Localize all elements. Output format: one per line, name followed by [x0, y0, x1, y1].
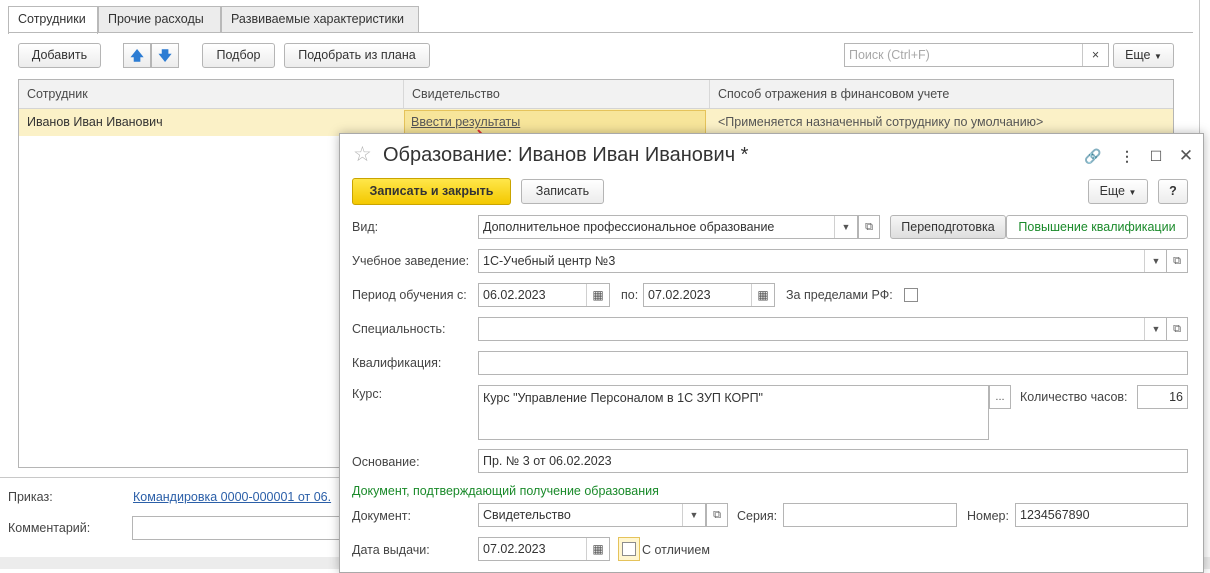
- period-from-value: 06.02.2023: [483, 288, 546, 302]
- method-cell[interactable]: <Применяется назначенный сотруднику по у…: [710, 109, 1173, 136]
- chevron-down-icon: ▼: [1128, 188, 1137, 197]
- dialog-more-button[interactable]: Еще ▼: [1088, 179, 1148, 204]
- search-clear-icon[interactable]: ×: [1082, 44, 1108, 66]
- abroad-label: За пределами РФ:: [786, 288, 893, 302]
- issue-date-field[interactable]: 07.02.2023 ▦: [478, 537, 610, 561]
- arrow-up-icon: 🡅: [130, 48, 144, 63]
- column-header-certificate[interactable]: Свидетельство: [404, 80, 710, 108]
- dropdown-icon[interactable]: ▼: [834, 216, 857, 238]
- period-label: Период обучения с:: [352, 288, 467, 302]
- employee-cell[interactable]: Иванов Иван Иванович: [19, 109, 404, 136]
- basis-value: Пр. № 3 от 06.02.2023: [483, 454, 612, 468]
- open-icon[interactable]: ⧉: [706, 503, 728, 527]
- dropdown-icon[interactable]: ▼: [1144, 318, 1167, 340]
- document-select[interactable]: Свидетельство ▼: [478, 503, 706, 527]
- link-icon[interactable]: 🔗: [1083, 146, 1103, 166]
- table-header: Сотрудник Свидетельство Способ отражения…: [19, 80, 1173, 109]
- order-label: Приказ:: [8, 490, 53, 504]
- calendar-icon[interactable]: ▦: [751, 284, 774, 306]
- specialty-select[interactable]: ▼: [478, 317, 1168, 341]
- course-value: Курс "Управление Персоналом в 1С ЗУП КОР…: [483, 391, 763, 405]
- institution-select[interactable]: 1С-Учебный центр №3 ▼: [478, 249, 1168, 273]
- hours-field[interactable]: 16: [1137, 385, 1188, 409]
- add-button[interactable]: Добавить: [18, 43, 101, 68]
- save-button[interactable]: Записать: [521, 179, 604, 204]
- specialty-label: Специальность:: [352, 322, 446, 336]
- document-value: Свидетельство: [483, 508, 571, 522]
- comment-label: Комментарий:: [8, 521, 91, 535]
- document-section-title: Документ, подтверждающий получение образ…: [352, 484, 659, 498]
- move-up-button[interactable]: 🡅: [123, 43, 151, 68]
- institution-label: Учебное заведение:: [352, 254, 470, 268]
- basis-field[interactable]: Пр. № 3 от 06.02.2023: [478, 449, 1188, 473]
- certificate-cell-link[interactable]: Ввести результаты: [404, 110, 706, 135]
- series-field[interactable]: [783, 503, 957, 527]
- tab-divider: [8, 32, 1193, 33]
- course-select-button[interactable]: ...: [989, 385, 1011, 409]
- issue-date-value: 07.02.2023: [483, 542, 546, 556]
- chevron-down-icon: ▼: [1154, 52, 1162, 61]
- help-button[interactable]: ?: [1158, 179, 1188, 204]
- dialog-more-label: Еще: [1099, 184, 1126, 198]
- number-value: 1234567890: [1020, 508, 1090, 522]
- kind-select[interactable]: Дополнительное профессиональное образова…: [478, 215, 858, 239]
- honors-checkbox[interactable]: [622, 542, 636, 556]
- series-label: Серия:: [737, 509, 778, 523]
- number-label: Номер:: [967, 509, 1009, 523]
- search-input[interactable]: Поиск (Ctrl+F) ×: [844, 43, 1109, 67]
- tab-employees[interactable]: Сотрудники: [8, 6, 98, 34]
- maximize-icon[interactable]: ☐: [1146, 146, 1166, 166]
- menu-icon[interactable]: ⋮: [1117, 146, 1137, 166]
- qualification-label: Квалификация:: [352, 356, 442, 370]
- number-field[interactable]: 1234567890: [1015, 503, 1188, 527]
- column-header-employee[interactable]: Сотрудник: [19, 80, 404, 108]
- period-to-label: по:: [621, 288, 639, 302]
- dropdown-icon[interactable]: ▼: [682, 504, 705, 526]
- more-button[interactable]: Еще ▼: [1113, 43, 1174, 68]
- period-to-value: 07.02.2023: [648, 288, 711, 302]
- retraining-button[interactable]: Переподготовка: [890, 215, 1006, 239]
- arrow-down-icon: 🡇: [158, 48, 172, 63]
- column-header-method[interactable]: Способ отражения в финансовом учете: [710, 80, 1173, 108]
- comment-field[interactable]: [132, 516, 342, 540]
- course-label: Курс:: [352, 387, 383, 401]
- tab-other-expenses[interactable]: Прочие расходы: [98, 6, 221, 33]
- move-down-button[interactable]: 🡇: [151, 43, 179, 68]
- abroad-checkbox[interactable]: [904, 288, 918, 302]
- hours-value: 16: [1169, 390, 1183, 404]
- period-to-field[interactable]: 07.02.2023 ▦: [643, 283, 775, 307]
- dialog-title: Образование: Иванов Иван Иванович *: [383, 144, 749, 166]
- qualification-field[interactable]: [478, 351, 1188, 375]
- calendar-icon[interactable]: ▦: [586, 284, 609, 306]
- institution-value: 1С-Учебный центр №3: [483, 254, 616, 268]
- close-icon[interactable]: ✕: [1176, 146, 1196, 166]
- select-button[interactable]: Подбор: [202, 43, 275, 68]
- course-textarea[interactable]: Курс "Управление Персоналом в 1С ЗУП КОР…: [478, 385, 989, 440]
- dropdown-icon[interactable]: ▼: [1144, 250, 1167, 272]
- open-icon[interactable]: ⧉: [1166, 317, 1188, 341]
- save-and-close-button[interactable]: Записать и закрыть: [352, 178, 511, 205]
- search-placeholder: Поиск (Ctrl+F): [849, 48, 930, 62]
- star-icon[interactable]: ☆: [353, 142, 372, 167]
- kind-label: Вид:: [352, 220, 379, 234]
- open-icon[interactable]: ⧉: [1166, 249, 1188, 273]
- open-icon[interactable]: ⧉: [858, 215, 880, 239]
- qualification-upgrade-button[interactable]: Повышение квалификации: [1006, 215, 1188, 239]
- order-link[interactable]: Командировка 0000-000001 от 06.: [133, 490, 339, 504]
- education-dialog: ☆ Образование: Иванов Иван Иванович * 🔗 …: [339, 133, 1204, 573]
- select-from-plan-button[interactable]: Подобрать из плана: [284, 43, 430, 68]
- period-from-field[interactable]: 06.02.2023 ▦: [478, 283, 610, 307]
- basis-label: Основание:: [352, 455, 420, 469]
- document-label: Документ:: [352, 509, 411, 523]
- issue-date-label: Дата выдачи:: [352, 543, 430, 557]
- table-row[interactable]: Иванов Иван Иванович Ввести результаты <…: [19, 109, 1173, 136]
- calendar-icon[interactable]: ▦: [586, 538, 609, 560]
- kind-value: Дополнительное профессиональное образова…: [483, 220, 775, 234]
- tab-characteristics[interactable]: Развиваемые характеристики: [221, 6, 419, 33]
- more-label: Еще: [1125, 48, 1151, 62]
- honors-label: С отличием: [642, 543, 710, 557]
- hours-label: Количество часов:: [1020, 390, 1128, 404]
- honors-checkbox-frame[interactable]: [618, 537, 640, 561]
